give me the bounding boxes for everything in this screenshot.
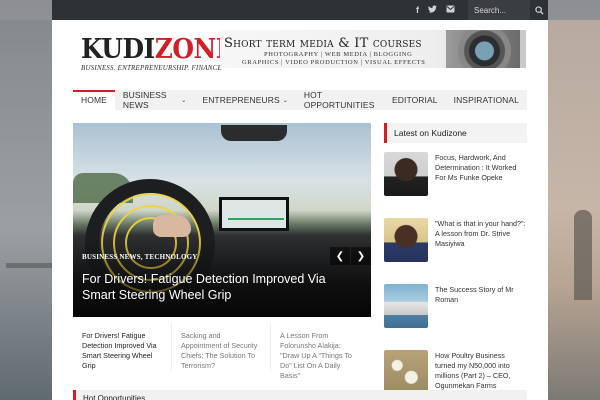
- slider-controls: ❮ ❯: [329, 247, 371, 265]
- ad-banner[interactable]: Short term media & IT courses PHOTOGRAPH…: [220, 30, 526, 68]
- slider-thumbnails: For Drivers! Fatigue Detection Improved …: [73, 323, 371, 380]
- post-thumbnail[interactable]: [384, 350, 428, 394]
- banner-line1: PHOTOGRAPHY | WEB MEDIA | BLOGGING: [264, 51, 413, 58]
- section-heading-hot-opportunities: Hot Opportunities: [73, 390, 527, 400]
- camera-lens-image: [446, 30, 520, 68]
- post-title[interactable]: The Success Story of Mr Roman: [428, 284, 527, 341]
- sidebar-heading: Latest on Kudizone: [384, 123, 527, 143]
- slider-categories[interactable]: BUSINESS NEWS, TECHNOLOGY: [82, 253, 198, 261]
- slider-image-dashboard-screen: [219, 197, 289, 231]
- slider-thumb-item[interactable]: For Drivers! Fatigue Detection Improved …: [73, 323, 172, 371]
- tree-silhouette: [574, 210, 592, 300]
- nav-label: ENTREPRENEURS: [202, 95, 280, 105]
- nav-label: EDITORIAL: [391, 95, 438, 105]
- nav-item-editorial[interactable]: EDITORIAL: [384, 90, 446, 110]
- featured-slider[interactable]: BUSINESS NEWS, TECHNOLOGY For Drivers! F…: [73, 123, 371, 317]
- sidebar-post[interactable]: Focus, Hardwork, And Determination : It …: [384, 152, 527, 209]
- post-title[interactable]: "What is that in your hand?": A lesson f…: [428, 218, 527, 275]
- post-thumbnail[interactable]: [384, 152, 428, 196]
- slider-image-mirror: [221, 125, 287, 141]
- slider-headline[interactable]: For Drivers! Fatigue Detection Improved …: [82, 271, 352, 303]
- sidebar-post[interactable]: "What is that in your hand?": A lesson f…: [384, 218, 527, 275]
- page-container: KUDIZONE BUSINESS. ENTREPRENEURSHIP. FIN…: [52, 20, 548, 400]
- nav-item-hot-opportunities[interactable]: HOT OPPORTUNITIES: [296, 90, 384, 110]
- nav-label: HOME: [81, 95, 107, 105]
- logo-part1: KUDI: [81, 34, 155, 65]
- facebook-icon[interactable]: f: [416, 0, 419, 20]
- banner-title: Short term media & IT courses: [224, 36, 422, 51]
- twitter-icon[interactable]: [428, 0, 437, 20]
- slider-image-graph: [228, 212, 284, 220]
- pier-silhouette: [6, 263, 52, 268]
- nav-item-inspirational[interactable]: INSPIRATIONAL: [446, 90, 527, 110]
- slider-thumb-item[interactable]: Sacking and Appointment of Security Chie…: [172, 323, 271, 371]
- nav-item-business-news[interactable]: BUSINESS NEWS ⌄: [115, 90, 195, 110]
- sidebar-post[interactable]: The Success Story of Mr Roman: [384, 284, 527, 341]
- post-thumbnail[interactable]: [384, 284, 428, 328]
- post-title[interactable]: Focus, Hardwork, And Determination : It …: [428, 152, 527, 209]
- banner-line2: GRAPHICS | VIDEO PRODUCTION | VISUAL EFF…: [242, 59, 426, 66]
- chevron-down-icon: ⌄: [282, 97, 288, 104]
- top-bar: f Search...: [52, 0, 548, 20]
- post-thumbnail[interactable]: [384, 218, 428, 262]
- background-scenery-right: [548, 20, 600, 400]
- social-links: f: [416, 0, 455, 20]
- sidebar-latest: Latest on Kudizone Focus, Hardwork, And …: [384, 123, 527, 400]
- slider-thumb-item[interactable]: A Lesson From Folorunsho Alakija: "Draw …: [271, 323, 370, 380]
- nav-item-entrepreneurs[interactable]: ENTREPRENEURS ⌄: [194, 90, 295, 110]
- chevron-left-icon[interactable]: ❮: [330, 247, 350, 265]
- nav-item-home[interactable]: HOME: [73, 90, 115, 110]
- email-icon[interactable]: [446, 0, 455, 20]
- nav-label: HOT OPPORTUNITIES: [303, 90, 375, 110]
- background-scenery-left: [0, 20, 52, 400]
- slider-image-hand: [153, 215, 191, 237]
- logo-wordmark: KUDIZONE: [81, 34, 235, 65]
- chevron-down-icon: ⌄: [181, 97, 187, 104]
- chevron-right-icon[interactable]: ❯: [351, 247, 371, 265]
- main-nav: HOME BUSINESS NEWS ⌄ ENTREPRENEURS ⌄ HOT O…: [73, 90, 527, 110]
- nav-label: INSPIRATIONAL: [453, 95, 519, 105]
- search-icon[interactable]: [530, 0, 548, 20]
- search-input[interactable]: Search...: [468, 0, 530, 20]
- nav-label: BUSINESS NEWS: [122, 90, 167, 110]
